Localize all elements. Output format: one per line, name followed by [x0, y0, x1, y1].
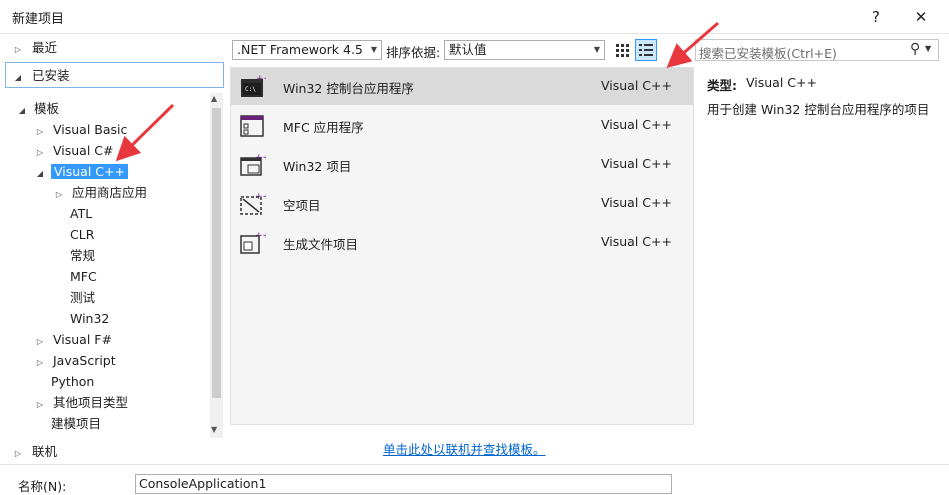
tree-label: 其他项目类型: [52, 395, 128, 410]
template-language: Visual C++: [601, 195, 672, 210]
tree-item-clr[interactable]: CLR: [70, 224, 94, 245]
sort-value: 默认值: [449, 42, 487, 57]
chevron-down-icon: ▼: [593, 45, 600, 54]
tree-label: 最近: [31, 40, 57, 55]
dialog-title: 新建项目: [12, 12, 65, 27]
sort-dropdown[interactable]: 默认值 ▼: [444, 40, 605, 60]
tree-item-javascript[interactable]: ▷ JavaScript: [34, 350, 116, 371]
type-value: Visual C++: [746, 75, 817, 90]
tree-label: Visual F#: [52, 332, 112, 347]
search-icon[interactable]: ⚲: [910, 41, 920, 57]
chevron-down-icon[interactable]: ▼: [925, 44, 931, 53]
expand-arrow-icon[interactable]: ▷: [34, 121, 46, 142]
chevron-down-icon: ▼: [370, 45, 377, 54]
list-view-button[interactable]: [635, 39, 657, 61]
collapse-arrow-icon[interactable]: ◢: [16, 100, 28, 121]
name-field[interactable]: ConsoleApplication1: [135, 474, 672, 494]
tree-item-other-types[interactable]: ▷ 其他项目类型: [34, 392, 128, 413]
tree-item-modeling[interactable]: 建模项目: [51, 413, 101, 434]
tree-item-win32[interactable]: Win32: [70, 308, 109, 329]
tree-item-general[interactable]: 常规: [70, 245, 95, 266]
tree-item-python[interactable]: Python: [51, 371, 94, 392]
template-name: Win32 项目: [283, 159, 352, 174]
small-icons-view-button[interactable]: [612, 40, 632, 60]
empty-project-icon: ++: [240, 192, 266, 215]
svg-text:++: ++: [255, 231, 266, 241]
online-templates-link[interactable]: 单击此处以联机并查找模板。: [383, 439, 546, 458]
tree-label-selected: Visual C++: [50, 164, 128, 179]
search-input[interactable]: 搜索已安装模板(Ctrl+E): [699, 43, 837, 62]
tree-item-visual-basic[interactable]: ▷ Visual Basic: [34, 119, 127, 140]
template-language: Visual C++: [601, 78, 672, 93]
svg-text:++: ++: [255, 192, 266, 202]
template-name: Win32 控制台应用程序: [283, 81, 414, 96]
template-name: 空项目: [283, 198, 321, 213]
tree-item-templates[interactable]: ◢ 模板: [16, 98, 59, 119]
template-item-makefile-project[interactable]: ++ 生成文件项目 Visual C++: [231, 224, 693, 261]
expand-arrow-icon[interactable]: ▷: [34, 394, 46, 415]
scroll-up-icon[interactable]: ▲: [211, 94, 217, 103]
search-box[interactable]: 搜索已安装模板(Ctrl+E) ⚲ ▼: [695, 39, 939, 61]
tree-item-visual-cpp[interactable]: ◢ Visual C++: [34, 161, 128, 182]
tree-scrollbar-thumb[interactable]: [212, 108, 221, 398]
tree-item-mfc[interactable]: MFC: [70, 266, 97, 287]
expand-arrow-icon[interactable]: ▷: [12, 39, 24, 60]
makefile-project-icon: ++: [240, 231, 266, 254]
template-language: Visual C++: [601, 117, 672, 132]
tree-item-atl[interactable]: ATL: [70, 203, 92, 224]
tree-item-online[interactable]: ▷ 联机: [12, 441, 57, 462]
template-language: Visual C++: [601, 156, 672, 171]
tree-label: Visual C#: [52, 143, 114, 158]
expand-arrow-icon[interactable]: ▷: [34, 331, 46, 352]
template-name: 生成文件项目: [283, 237, 359, 252]
tree-item-visual-fsharp[interactable]: ▷ Visual F#: [34, 329, 112, 350]
template-item-win32-console[interactable]: C:\ ++ Win32 控制台应用程序 Visual C++: [231, 68, 693, 105]
template-description: 用于创建 Win32 控制台应用程序的项目: [707, 102, 930, 117]
tree-item-installed-row[interactable]: ◢ 已安装: [12, 65, 70, 86]
scroll-down-icon[interactable]: ▼: [211, 425, 217, 434]
tree-label: JavaScript: [52, 353, 116, 368]
title-bar: 新建项目 ? ✕: [0, 0, 949, 34]
grid-view-icon: [616, 44, 629, 57]
template-name: MFC 应用程序: [283, 120, 364, 135]
annotation-arrow-left: [115, 103, 175, 162]
type-label: 类型:: [707, 78, 737, 93]
close-button[interactable]: ✕: [899, 0, 943, 34]
expand-arrow-icon[interactable]: ▷: [12, 443, 24, 464]
title-divider: [0, 33, 949, 34]
help-button[interactable]: ?: [854, 0, 898, 34]
tree-label: 联机: [31, 444, 57, 459]
tree-label: 模板: [33, 101, 59, 116]
mfc-app-icon: [240, 115, 264, 137]
collapse-arrow-icon[interactable]: ◢: [34, 163, 46, 184]
template-item-empty-project[interactable]: ++ 空项目 Visual C++: [231, 185, 693, 222]
sort-label: 排序依据:: [386, 45, 441, 60]
tree-item-recent[interactable]: ▷ 最近: [12, 37, 57, 58]
tree-label: 应用商店应用: [71, 185, 147, 200]
tree-item-store-apps[interactable]: ▷ 应用商店应用: [53, 182, 147, 203]
framework-dropdown[interactable]: .NET Framework 4.5 ▼: [232, 40, 382, 60]
template-item-mfc-app[interactable]: MFC 应用程序 Visual C++: [231, 107, 693, 144]
divider: [0, 464, 949, 465]
svg-text:++: ++: [255, 153, 266, 163]
tree-label: 已安装: [31, 68, 70, 83]
expand-arrow-icon[interactable]: ▷: [34, 352, 46, 373]
tree-item-visual-csharp[interactable]: ▷ Visual C#: [34, 140, 114, 163]
name-input[interactable]: ConsoleApplication1: [139, 476, 266, 491]
collapse-arrow-icon[interactable]: ◢: [12, 67, 24, 88]
win32-project-icon: ++: [240, 153, 266, 176]
template-language: Visual C++: [601, 234, 672, 249]
tree-item-test[interactable]: 测试: [70, 287, 95, 308]
tree-label: Visual Basic: [52, 122, 128, 137]
console-app-icon: C:\ ++: [241, 74, 266, 97]
expand-arrow-icon[interactable]: ▷: [53, 184, 65, 205]
svg-text:C:\: C:\: [245, 86, 256, 93]
framework-value: .NET Framework 4.5: [237, 42, 363, 57]
template-item-win32-project[interactable]: ++ Win32 项目 Visual C++: [231, 146, 693, 183]
svg-text:++: ++: [256, 74, 266, 84]
list-view-icon: [639, 44, 653, 56]
expand-arrow-icon[interactable]: ▷: [34, 142, 46, 163]
